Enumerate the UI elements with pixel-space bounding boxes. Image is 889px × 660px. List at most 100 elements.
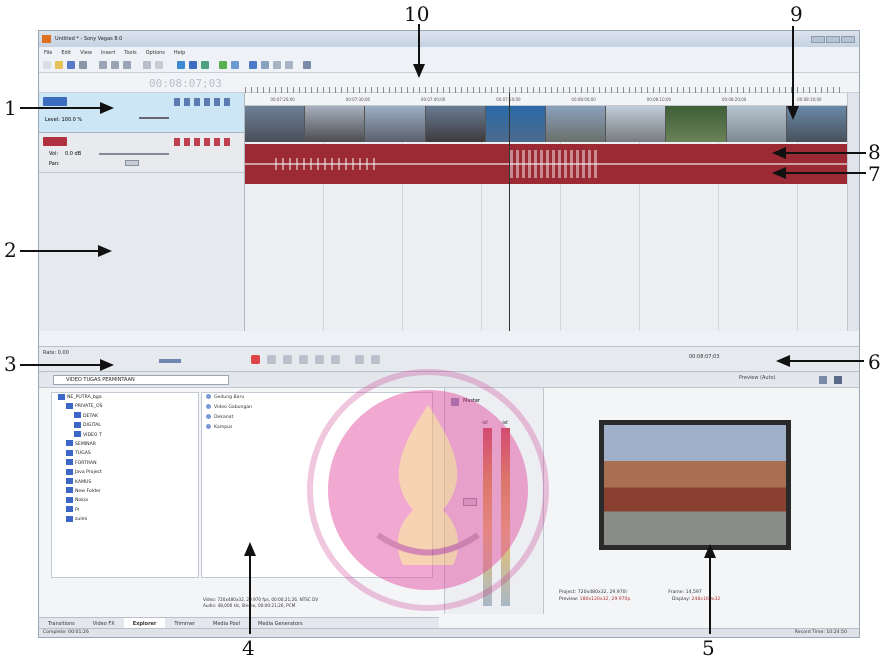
video-event[interactable] xyxy=(245,106,847,142)
new-icon[interactable] xyxy=(43,61,51,69)
file-item[interactable]: Kampus xyxy=(202,423,432,433)
pan-slider[interactable] xyxy=(125,160,139,166)
copy-snapshot-icon[interactable] xyxy=(819,376,827,384)
paste-icon[interactable] xyxy=(123,61,131,69)
preview-frame xyxy=(604,425,786,545)
folder-tree[interactable]: NE_PUTRA_bga PRIVATE_OS DETAK DIGITAL VI… xyxy=(51,392,199,578)
volume-slider[interactable] xyxy=(99,153,169,155)
pause-button[interactable] xyxy=(315,355,324,364)
folder-icon xyxy=(74,421,81,428)
tree-item[interactable]: zulmi xyxy=(52,515,198,524)
loop-button[interactable] xyxy=(267,355,276,364)
tab-transitions[interactable]: Transitions xyxy=(39,621,84,627)
audio-track-header[interactable]: Vol: 0.0 dB Pan: xyxy=(39,133,244,173)
stop-button[interactable] xyxy=(331,355,340,364)
file-item[interactable]: Dekanat xyxy=(202,413,432,423)
envelope-tool-icon[interactable] xyxy=(273,61,281,69)
properties-icon[interactable] xyxy=(79,61,87,69)
level-slider[interactable] xyxy=(139,117,169,119)
master-fader[interactable] xyxy=(463,498,477,506)
open-icon[interactable] xyxy=(55,61,63,69)
menu-insert[interactable]: Insert xyxy=(101,50,115,56)
file-list[interactable]: Gedung Baru Video Gabungan Dekanat Kampu… xyxy=(201,392,433,578)
timeline[interactable]: 00:07:20;00 00:07:30;00 00:07:40;00 00:0… xyxy=(245,93,847,331)
normal-edit-tool-icon[interactable] xyxy=(261,61,269,69)
tree-item[interactable]: Java Project xyxy=(52,468,198,477)
preview-quality-dropdown[interactable]: Preview (Auto) xyxy=(739,375,776,381)
cut-icon[interactable] xyxy=(99,61,107,69)
rate-slider[interactable] xyxy=(159,359,181,363)
burn-icon[interactable] xyxy=(189,61,197,69)
auto-ripple-icon[interactable] xyxy=(231,61,239,69)
timeline-vertical-scrollbar[interactable] xyxy=(847,93,859,331)
preview-info: Project: 720x480x32, 29.970i Frame: 14,5… xyxy=(559,589,720,603)
menu-view[interactable]: View xyxy=(80,50,92,56)
tree-item[interactable]: KAMUS xyxy=(52,478,198,487)
prev-frame-button[interactable] xyxy=(355,355,364,364)
zoom-tool-icon[interactable] xyxy=(285,61,293,69)
tree-item[interactable]: Nokia xyxy=(52,496,198,505)
playhead-cursor[interactable] xyxy=(509,93,510,331)
video-track-header[interactable]: Level: 100.0 % xyxy=(39,93,244,133)
help-pointer-icon[interactable] xyxy=(303,61,311,69)
arrow-6-shaft xyxy=(790,360,864,362)
copy-icon[interactable] xyxy=(111,61,119,69)
tree-item[interactable]: New Folder xyxy=(52,487,198,496)
redo-icon[interactable] xyxy=(155,61,163,69)
media-file-icon xyxy=(206,414,211,419)
menu-edit[interactable]: Edit xyxy=(61,50,71,56)
arrow-5-shaft xyxy=(709,558,711,634)
ruler-ticks: 00:07:20;00 00:07:30;00 00:07:40;00 00:0… xyxy=(245,93,847,106)
tab-media-generators[interactable]: Media Generators xyxy=(249,621,312,627)
menu-file[interactable]: File xyxy=(44,50,52,56)
video-track-buttons[interactable] xyxy=(174,98,234,106)
tree-item[interactable]: PI xyxy=(52,506,198,515)
minimize-button[interactable] xyxy=(811,35,825,43)
folder-icon xyxy=(74,412,81,419)
project-value: 720x480x32, 29.970i xyxy=(577,590,627,595)
tree-item[interactable]: TUGAS xyxy=(52,449,198,458)
file-item[interactable]: Video Gabungan xyxy=(202,403,432,413)
render-icon[interactable] xyxy=(177,61,185,69)
menu-options[interactable]: Options xyxy=(146,50,165,56)
tab-video-fx[interactable]: Video FX xyxy=(84,621,124,627)
undo-icon[interactable] xyxy=(143,61,151,69)
close-button[interactable] xyxy=(841,35,855,43)
next-frame-button[interactable] xyxy=(371,355,380,364)
tree-item[interactable]: PRIVATE_OS xyxy=(52,402,198,411)
audio-event[interactable] xyxy=(245,144,847,184)
lock-envelope-icon[interactable] xyxy=(249,61,257,69)
record-button[interactable] xyxy=(251,355,260,364)
arrow-3-head xyxy=(100,359,114,371)
play-button[interactable] xyxy=(299,355,308,364)
file-item[interactable]: Gedung Baru xyxy=(202,393,432,403)
window-title: Untitled * - Sony Vegas 8.0 xyxy=(55,36,123,42)
video-level-label: Level: 100.0 % xyxy=(45,117,83,123)
save-icon[interactable] xyxy=(67,61,75,69)
folder-icon xyxy=(66,487,73,494)
docking-area: VIDEO TUGAS PERMINTAAN NE_PUTRA_bga PRIV… xyxy=(39,372,859,631)
tree-item[interactable]: VIDEO T xyxy=(52,431,198,440)
tab-trimmer[interactable]: Trimmer xyxy=(165,621,204,627)
play-from-start-button[interactable] xyxy=(283,355,292,364)
timecode-counter: 00:08:07;03 xyxy=(149,77,222,90)
project-label: Project: xyxy=(559,590,577,595)
callout-4: 4 xyxy=(242,636,255,660)
menu-help[interactable]: Help xyxy=(174,50,185,56)
publish-icon[interactable] xyxy=(201,61,209,69)
callout-1: 1 xyxy=(4,96,17,120)
audio-track-buttons[interactable] xyxy=(174,138,234,146)
video-thumbnail xyxy=(546,106,606,142)
explorer-location-dropdown[interactable]: VIDEO TUGAS PERMINTAAN xyxy=(53,375,229,385)
tree-item[interactable]: DIGITAL xyxy=(52,421,198,430)
tree-item[interactable]: FORTRAN xyxy=(52,459,198,468)
save-snapshot-icon[interactable] xyxy=(834,376,842,384)
callout-6: 6 xyxy=(868,350,881,374)
tab-media-pool[interactable]: Media Pool xyxy=(204,621,249,627)
snap-icon[interactable] xyxy=(219,61,227,69)
tree-item[interactable]: SEMINAR xyxy=(52,440,198,449)
menu-tools[interactable]: Tools xyxy=(124,50,136,56)
maximize-button[interactable] xyxy=(826,35,840,43)
tree-item[interactable]: DETAK xyxy=(52,412,198,421)
tree-item[interactable]: NE_PUTRA_bga xyxy=(52,393,198,402)
